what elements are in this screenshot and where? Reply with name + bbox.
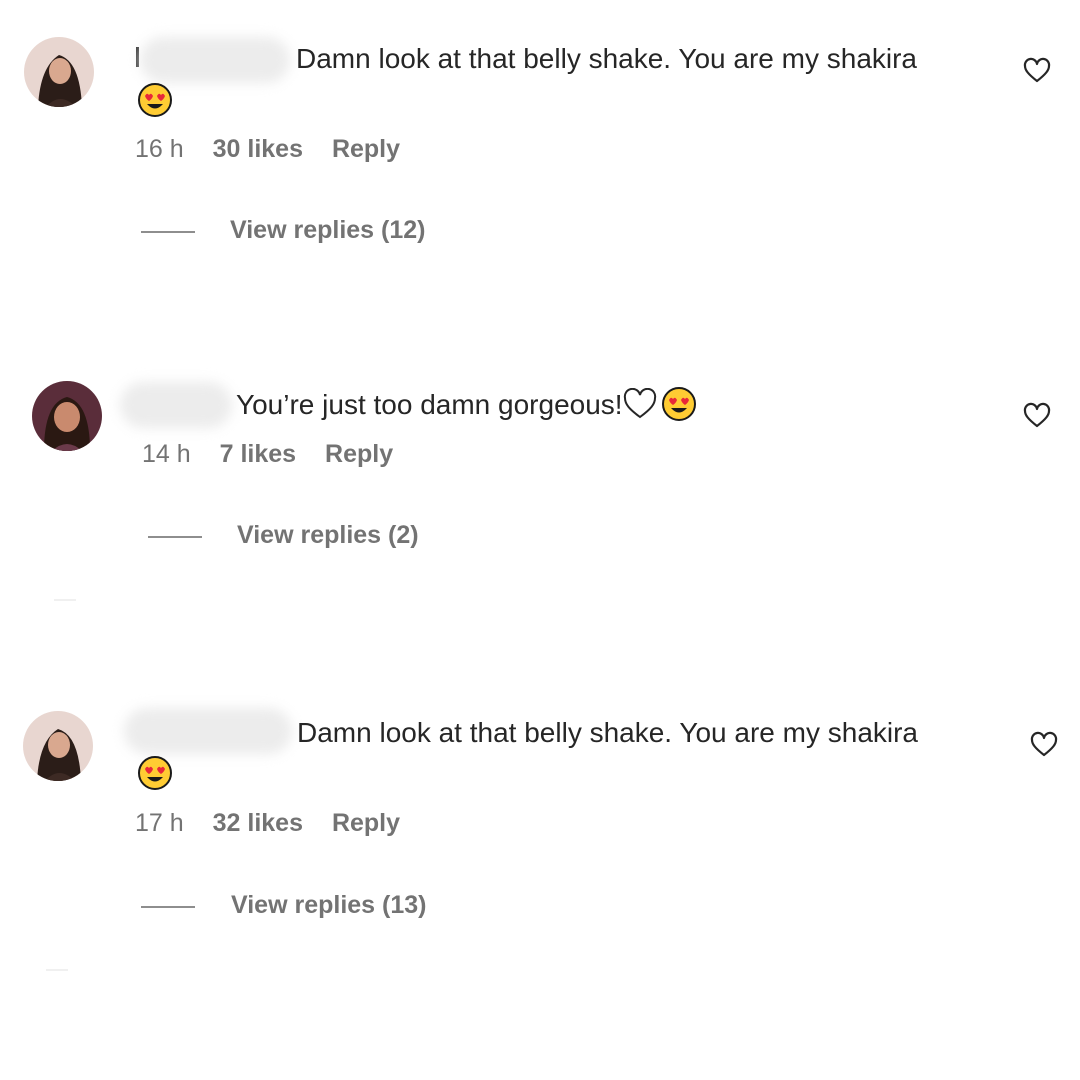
heart-eyes-emoji [137,82,173,118]
like-heart-icon[interactable] [1023,402,1051,430]
like-heart-icon[interactable] [1030,731,1058,759]
avatar[interactable] [24,37,94,107]
avatar-photo [23,711,93,781]
comment-text: You’re just too damn gorgeous! [236,386,697,423]
reply-button[interactable]: Reply [325,440,393,469]
comment-text: Damn look at that belly shake. You are m… [296,43,918,74]
comment-meta: 16 h 30 likes Reply [135,135,422,164]
view-replies-button[interactable]: View replies (2) [237,521,419,550]
reply-button[interactable]: Reply [332,135,400,164]
likes-count[interactable]: 30 likes [213,135,303,164]
view-replies-line [141,231,195,233]
like-heart-icon[interactable] [1023,57,1051,85]
divider-fragment [46,969,68,971]
view-replies-button[interactable]: View replies (12) [230,216,425,245]
timestamp: 17 h [135,809,184,837]
likes-count[interactable]: 32 likes [213,809,303,838]
white-heart-emoji [623,388,656,419]
heart-eyes-emoji [137,755,173,791]
timestamp: 16 h [135,135,184,163]
comment-meta: 17 h 32 likes Reply [135,809,422,838]
blurred-username[interactable] [140,37,290,83]
timestamp: 14 h [142,440,191,468]
likes-count[interactable]: 7 likes [220,440,296,469]
avatar[interactable] [32,381,102,451]
divider-fragment [54,599,76,601]
avatar-photo [24,37,94,107]
heart-eyes-emoji [661,387,696,421]
blurred-username[interactable] [124,708,292,754]
avatar-photo [32,381,102,451]
blurred-username[interactable] [120,382,232,428]
avatar[interactable] [23,711,93,781]
view-replies-line [148,536,202,538]
comment-text-body: You’re just too damn gorgeous! [236,389,623,420]
reply-button[interactable]: Reply [332,809,400,838]
comment-meta: 14 h 7 likes Reply [142,440,415,469]
comment-text: Damn look at that belly shake. You are m… [297,717,919,748]
username-fragment [136,47,139,67]
view-replies-line [141,906,195,908]
view-replies-button[interactable]: View replies (13) [231,891,426,920]
